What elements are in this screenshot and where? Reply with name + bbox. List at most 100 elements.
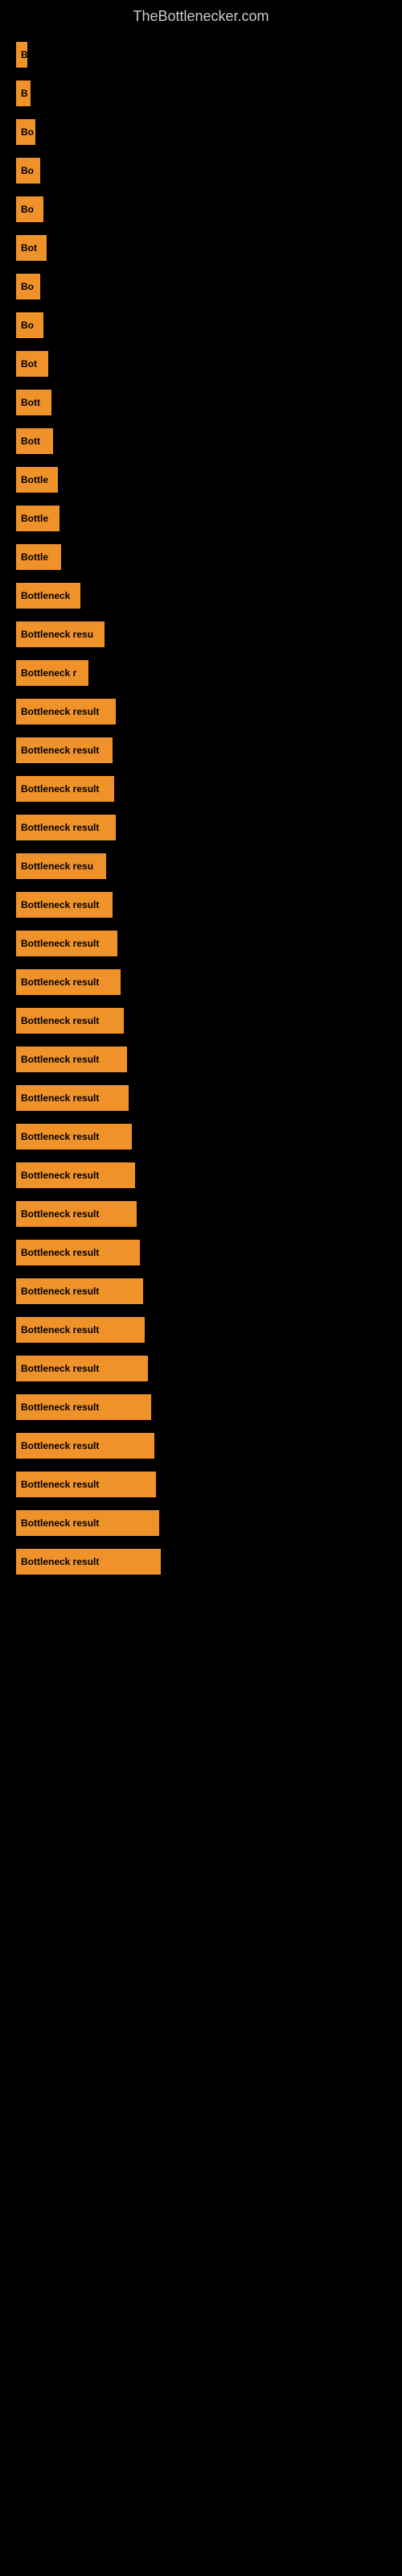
bar-row: Bottleneck result xyxy=(16,1003,386,1038)
bar-label: Bottleneck resu xyxy=(21,861,93,872)
bar-label: Bottleneck result xyxy=(21,1170,99,1181)
bar-label: Bottle xyxy=(21,551,48,563)
bar-row: Bo xyxy=(16,192,386,227)
bar-item: Bottleneck result xyxy=(16,1394,151,1420)
bar-item: Bottle xyxy=(16,467,58,493)
bar-item: Bottle xyxy=(16,506,59,531)
bar-item: Bottleneck result xyxy=(16,1162,135,1188)
bar-label: Bottleneck result xyxy=(21,1247,99,1258)
bar-label: Bottleneck xyxy=(21,590,70,601)
bar-item: Bot xyxy=(16,235,47,261)
bar-item: B xyxy=(16,80,31,106)
bar-label: Bottleneck result xyxy=(21,1479,99,1490)
bar-label: Bottleneck r xyxy=(21,667,76,679)
bar-item: Bottleneck result xyxy=(16,1124,132,1150)
bar-item: Bottleneck result xyxy=(16,1472,156,1497)
bar-label: Bo xyxy=(21,126,34,138)
bar-row: Bottle xyxy=(16,539,386,575)
bar-label: Bott xyxy=(21,397,40,408)
bar-row: Bottleneck result xyxy=(16,964,386,1000)
bar-row: Bottleneck result xyxy=(16,771,386,807)
bar-label: Bottleneck result xyxy=(21,1054,99,1065)
bar-row: Bo xyxy=(16,153,386,188)
bar-item: Bo xyxy=(16,158,40,184)
bar-item: Bott xyxy=(16,390,51,415)
bar-item: Bottleneck result xyxy=(16,969,121,995)
bar-row: Bottleneck result xyxy=(16,1428,386,1463)
bar-row: B xyxy=(16,76,386,111)
bar-label: Bottleneck result xyxy=(21,1286,99,1297)
bar-item: Bottleneck xyxy=(16,583,80,609)
bar-row: Bottleneck result xyxy=(16,1312,386,1348)
bar-item: Bo xyxy=(16,274,40,299)
bar-label: Bottleneck result xyxy=(21,822,99,833)
bar-item: Bottleneck result xyxy=(16,1085,129,1111)
bar-label: Bo xyxy=(21,281,34,292)
bar-label: Bottleneck result xyxy=(21,783,99,795)
bar-row: Bottleneck result xyxy=(16,1080,386,1116)
bar-label: Bottleneck result xyxy=(21,1402,99,1413)
bar-row: Bottleneck result xyxy=(16,887,386,923)
bar-item: Bo xyxy=(16,312,43,338)
bar-row: Bo xyxy=(16,308,386,343)
bar-row: Bo xyxy=(16,114,386,150)
bar-row: Bottleneck result xyxy=(16,1235,386,1270)
bar-label: B xyxy=(21,49,27,60)
bar-row: Bottleneck result xyxy=(16,694,386,729)
bar-label: Bottleneck result xyxy=(21,976,99,988)
bar-item: Bottle xyxy=(16,544,61,570)
bar-label: Bottleneck result xyxy=(21,1324,99,1335)
bar-label: Bottleneck result xyxy=(21,1092,99,1104)
bar-row: Bo xyxy=(16,269,386,304)
bar-label: Bottleneck result xyxy=(21,1363,99,1374)
site-title: TheBottlenecker.com xyxy=(0,0,402,29)
bar-item: Bottleneck result xyxy=(16,699,116,724)
bar-row: Bottleneck result xyxy=(16,1042,386,1077)
bar-item: Bot xyxy=(16,351,48,377)
bar-row: Bottleneck result xyxy=(16,1274,386,1309)
bars-container: B B Bo Bo Bo Bot Bo Bo Bot Bott Bott Bottle Bottle Bo… xyxy=(0,29,402,1591)
bar-item: Bottleneck result xyxy=(16,1240,140,1265)
bar-item: B xyxy=(16,42,27,68)
bar-item: Bo xyxy=(16,119,35,145)
bar-item: Bottleneck resu xyxy=(16,621,105,647)
bar-item: Bottleneck result xyxy=(16,815,116,840)
bar-item: Bottleneck result xyxy=(16,1201,137,1227)
bar-item: Bottleneck resu xyxy=(16,853,106,879)
bar-row: Bottle xyxy=(16,501,386,536)
bar-label: B xyxy=(21,88,28,99)
bar-row: Bottleneck result xyxy=(16,926,386,961)
bar-label: Bo xyxy=(21,204,34,215)
bar-label: Bottleneck result xyxy=(21,938,99,949)
bar-row: Bottleneck result xyxy=(16,1389,386,1425)
bar-item: Bottleneck result xyxy=(16,1549,161,1575)
bar-item: Bottleneck result xyxy=(16,931,117,956)
bar-item: Bottleneck result xyxy=(16,776,114,802)
bar-label: Bottle xyxy=(21,474,48,485)
bar-label: Bottleneck result xyxy=(21,1440,99,1451)
bar-label: Bot xyxy=(21,242,37,254)
bar-row: B xyxy=(16,37,386,72)
bar-label: Bo xyxy=(21,320,34,331)
bar-label: Bottleneck result xyxy=(21,1517,99,1529)
bar-row: Bottleneck result xyxy=(16,1196,386,1232)
bar-row: Bottleneck result xyxy=(16,733,386,768)
bar-label: Bottle xyxy=(21,513,48,524)
bar-row: Bottleneck result xyxy=(16,1467,386,1502)
bar-item: Bottleneck r xyxy=(16,660,88,686)
bar-item: Bottleneck result xyxy=(16,1046,127,1072)
bar-row: Bott xyxy=(16,423,386,459)
bar-label: Bottleneck result xyxy=(21,1015,99,1026)
bar-row: Bottleneck resu xyxy=(16,848,386,884)
bar-row: Bottleneck result xyxy=(16,1544,386,1579)
bar-row: Bottleneck r xyxy=(16,655,386,691)
bar-item: Bottleneck result xyxy=(16,892,113,918)
bar-label: Bot xyxy=(21,358,37,369)
bar-item: Bottleneck result xyxy=(16,1278,143,1304)
bar-label: Bo xyxy=(21,165,34,176)
bar-label: Bottleneck result xyxy=(21,745,99,756)
site-header: TheBottlenecker.com xyxy=(0,0,402,29)
bar-row: Bott xyxy=(16,385,386,420)
bar-label: Bottleneck result xyxy=(21,1131,99,1142)
bar-row: Bottleneck result xyxy=(16,810,386,845)
